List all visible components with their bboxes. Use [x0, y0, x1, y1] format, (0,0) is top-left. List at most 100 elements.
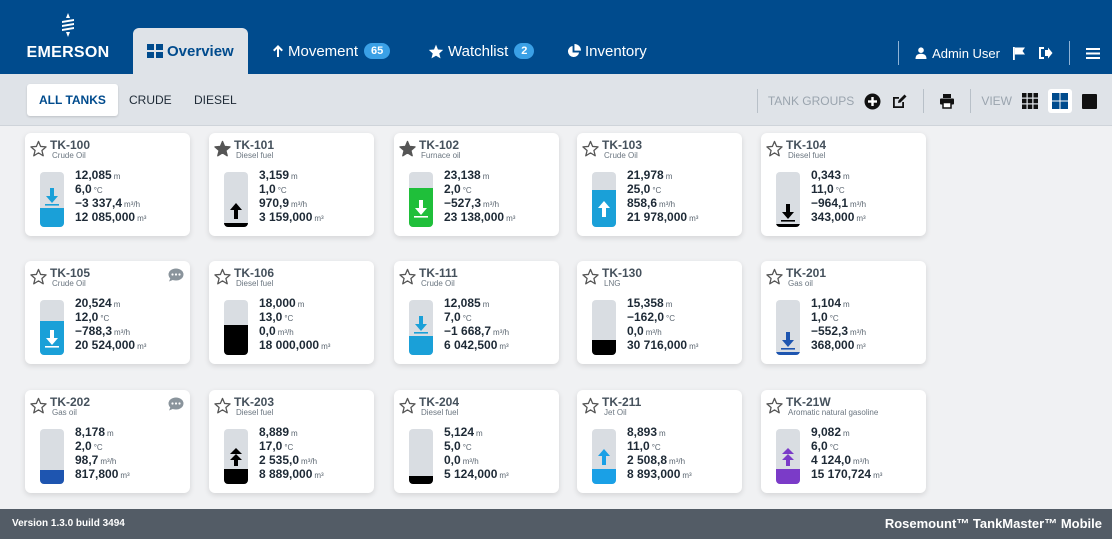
level-row: 5,124 m: [444, 426, 509, 440]
print-button[interactable]: [939, 93, 955, 109]
tank-name: TK-106: [234, 266, 275, 280]
product-name: Diesel fuel: [788, 151, 826, 160]
level-value: 3,159: [259, 168, 290, 182]
plus-circle-icon: [864, 93, 881, 109]
star-outline-icon[interactable]: [582, 140, 599, 157]
tab-movement[interactable]: Movement 65: [272, 28, 391, 74]
tank-card[interactable]: TK-104 Diesel fuel 0,343 m 11,0 °C −964,1 m³/h 3…: [761, 133, 926, 236]
star-filled-icon[interactable]: [214, 140, 231, 157]
user-menu[interactable]: Admin User: [915, 46, 1000, 61]
tank-card[interactable]: TK-105 Crude Oil 20,524 m 12,0 °C −788,3 m³/h 20…: [25, 261, 190, 364]
logout-button[interactable]: [1038, 46, 1053, 60]
star-outline-icon[interactable]: [30, 397, 47, 414]
tank-values: 1,104 m 1,0 °C −552,3 m³/h 368,000 m³: [811, 297, 866, 353]
arrow-up-icon: [594, 199, 614, 219]
comment-icon[interactable]: [168, 397, 184, 411]
tank-card[interactable]: TK-111 Crude Oil 12,085 m 7,0 °C −1 668,7 m³/h 6…: [394, 261, 559, 364]
grid-medium-icon: [1052, 93, 1068, 109]
level-unit: m: [476, 429, 483, 438]
star-outline-icon[interactable]: [766, 140, 783, 157]
comment-icon[interactable]: [168, 268, 184, 282]
product-name: Crude Oil: [421, 279, 455, 288]
tank-values: 0,343 m 11,0 °C −964,1 m³/h 343,000 m³: [811, 169, 866, 225]
grid-small-icon: [1022, 93, 1038, 109]
movement-count-badge: 65: [364, 43, 391, 59]
level-unit: m: [113, 172, 121, 181]
tank-card[interactable]: TK-201 Gas oil 1,104 m 1,0 °C −552,3 m³/h 368,00…: [761, 261, 926, 364]
view-medium-grid-button[interactable]: [1048, 89, 1072, 113]
temperature-value: 2,0: [75, 439, 92, 453]
star-outline-icon[interactable]: [766, 397, 783, 414]
tank-card[interactable]: TK-211 Jet Oil 8,893 m 11,0 °C 2 508,8 m³/h 8 89…: [577, 390, 742, 493]
flow-value: −1 668,7: [444, 324, 492, 338]
tab-diesel[interactable]: DIESEL: [194, 84, 237, 116]
flag-icon: [1013, 47, 1025, 60]
star-filled-icon[interactable]: [399, 140, 416, 157]
edit-icon: [893, 94, 907, 108]
tank-card[interactable]: TK-103 Crude Oil 21,978 m 25,0 °C 858,6 m³/h 21 …: [577, 133, 742, 236]
edit-group-button[interactable]: [891, 93, 908, 110]
tank-level-gauge: [776, 300, 800, 355]
view-large-button[interactable]: [1082, 93, 1097, 109]
tank-card[interactable]: TK-106 Diesel fuel 18,000 m 13,0 °C 0,0 m³/h 18 …: [209, 261, 374, 364]
tank-fill: [776, 224, 800, 227]
flow-row: 2 508,8 m³/h: [627, 454, 692, 468]
tank-card[interactable]: TK-21W Aromatic natural gasoline 9,082 m 6,0…: [761, 390, 926, 493]
flow-unit: m³/h: [850, 328, 867, 337]
star-outline-icon[interactable]: [214, 397, 231, 414]
tank-card[interactable]: TK-202 Gas oil 8,178 m 2,0 °C 98,7 m³/h 817,800 m…: [25, 390, 190, 493]
volume-row: 15 170,724 m³: [811, 468, 882, 482]
tank-card[interactable]: TK-100 Crude Oil 12,085 m 6,0 °C −3 337,4 m³/h 1…: [25, 133, 190, 236]
menu-icon: [1086, 47, 1100, 59]
tank-card[interactable]: TK-130 LNG 15,358 m −162,0 °C 0,0 m³/h 30 716,00…: [577, 261, 742, 364]
volume-unit: m³: [137, 214, 147, 223]
view-small-grid-button[interactable]: [1022, 93, 1038, 109]
tab-crude[interactable]: CRUDE: [129, 84, 172, 116]
volume-unit: m³: [120, 471, 130, 480]
tank-card[interactable]: TK-101 Diesel fuel 3,159 m 1,0 °C 970,9 m³/h 3 1…: [209, 133, 374, 236]
arrow-down-icon: [42, 186, 62, 206]
product-name: Jet Oil: [604, 408, 627, 417]
emerson-logo-icon: [62, 13, 74, 37]
level-row: 12,085 m: [75, 169, 146, 183]
level-row: 8,178 m: [75, 426, 130, 440]
flow-value: 0,0: [259, 324, 276, 338]
square-icon: [1082, 93, 1097, 109]
level-unit: m: [665, 172, 673, 181]
add-group-button[interactable]: [864, 93, 881, 110]
star-outline-icon[interactable]: [399, 397, 416, 414]
star-outline-icon[interactable]: [214, 268, 231, 285]
tank-card[interactable]: TK-102 Furnace oil 23,138 m 2,0 °C −527,3 m³/h 2…: [394, 133, 559, 236]
star-outline-icon[interactable]: [399, 268, 416, 285]
tank-card[interactable]: TK-204 Diesel fuel 5,124 m 5,0 °C 0,0 m³/h 5 124…: [394, 390, 559, 493]
volume-row: 21 978,000 m³: [627, 211, 698, 225]
tab-watchlist[interactable]: Watchlist 2: [428, 28, 535, 74]
flag-button[interactable]: [1012, 46, 1026, 60]
star-outline-icon[interactable]: [582, 397, 599, 414]
star-outline-icon[interactable]: [582, 268, 599, 285]
product-name: Gas oil: [52, 408, 77, 417]
star-outline-icon[interactable]: [30, 268, 47, 285]
temperature-value: 7,0: [444, 310, 461, 324]
tab-overview[interactable]: Overview: [133, 28, 248, 74]
menu-button[interactable]: [1086, 47, 1100, 60]
flow-value: −788,3: [75, 324, 113, 338]
tab-all-tanks[interactable]: ALL TANKS: [27, 84, 118, 116]
flow-value: 0,0: [627, 324, 644, 338]
tab-inventory[interactable]: Inventory: [566, 28, 647, 74]
star-outline-icon[interactable]: [766, 268, 783, 285]
divider: [1069, 41, 1070, 65]
level-unit: m: [482, 300, 490, 309]
tank-card[interactable]: TK-203 Diesel fuel 8,889 m 17,0 °C 2 535,0 m³/h…: [209, 390, 374, 493]
temperature-row: 5,0 °C: [444, 440, 509, 454]
star-outline-icon[interactable]: [30, 140, 47, 157]
level-value: 15,358: [627, 296, 664, 310]
temperature-unit: °C: [829, 314, 839, 323]
level-row: 0,343 m: [811, 169, 866, 183]
temperature-row: 25,0 °C: [627, 183, 698, 197]
tank-level-gauge: [40, 429, 64, 484]
tank-level-gauge: [409, 429, 433, 484]
flow-unit: m³/h: [114, 328, 131, 337]
flow-row: −964,1 m³/h: [811, 197, 866, 211]
flow-value: 2 535,0: [259, 453, 300, 467]
